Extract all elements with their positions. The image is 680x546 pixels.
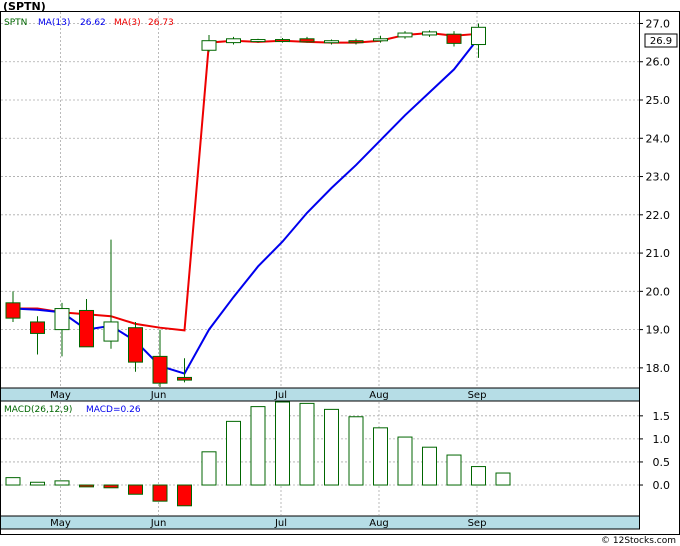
date-label-macd: Jun (150, 518, 167, 529)
candle-body-up (103, 321, 119, 342)
price-tick-label: 27.0 (646, 17, 671, 30)
candle-body-down (275, 39, 290, 43)
date-label-macd: Jul (274, 518, 287, 529)
date-label-price: May (50, 390, 71, 401)
date-label-price: Jul (274, 390, 287, 401)
legend-ma-slow-label: MA(3) (114, 18, 141, 28)
chart-svg: 18.0 19.0 20.0 21.0 22.0 23.0 24.0 25.0 26.0 27.0… (0, 0, 680, 546)
macd-bar (103, 484, 119, 489)
chart-title: (SPTN) (3, 0, 46, 13)
price-tick-label: 26.0 (646, 56, 671, 69)
date-label-macd: Sep (468, 518, 487, 529)
macd-tick-label: 0.0 (653, 479, 671, 492)
candle-body-up (471, 26, 486, 46)
macd-bar (471, 466, 486, 486)
candle-body-up (397, 32, 413, 38)
macd-date-strip (0, 515, 640, 530)
macd-bar (201, 451, 217, 486)
macd-bar (324, 408, 339, 486)
legend-macd-value: MACD=0.26 (86, 405, 141, 415)
macd-bar (446, 454, 462, 486)
candle-body-up (324, 40, 339, 44)
candle-body-up (54, 308, 70, 331)
price-tick-label: 19.0 (646, 324, 671, 337)
macd-bar (54, 480, 70, 486)
macd-bar (348, 416, 364, 486)
macd-bar (128, 484, 143, 495)
candle-body-up (373, 38, 388, 42)
macd-tick-label: 0.5 (653, 456, 671, 469)
date-label-macd: May (50, 518, 71, 529)
last-price-tag: 26.9 (644, 33, 678, 48)
macd-tick-label: 1.0 (653, 433, 671, 446)
stock-chart-panel: 18.0 19.0 20.0 21.0 22.0 23.0 24.0 25.0 26.0 27.0… (0, 0, 680, 546)
price-date-strip (0, 387, 640, 402)
candle-body-down (128, 327, 143, 363)
candle-body-down (30, 321, 45, 334)
candle-body-up (422, 31, 437, 36)
candle-body-down (152, 355, 168, 384)
macd-bar (177, 484, 192, 507)
candle-body-up (226, 38, 241, 44)
legend-ma-fast-value: 26.62 (80, 18, 106, 28)
candle-body-down (348, 40, 364, 44)
candle-body-down (177, 376, 192, 381)
candle (250, 38, 266, 43)
candle-body-down (5, 302, 21, 319)
legend-ma-slow-value: 26.73 (148, 18, 174, 28)
macd-bar (299, 402, 315, 486)
date-label-macd: Aug (369, 518, 389, 529)
candle-body-down (79, 309, 94, 348)
watermark: © 12Stocks.com (601, 536, 676, 546)
candle-body-down (299, 38, 315, 43)
candle-body-up (250, 39, 266, 43)
macd-bar (5, 477, 21, 486)
price-tick-label: 20.0 (646, 285, 671, 298)
macd-bar (275, 401, 290, 486)
macd-bar (79, 484, 94, 488)
candle-body-up (201, 40, 217, 51)
date-label-price: Jun (150, 390, 167, 401)
macd-tick-label: 1.5 (653, 410, 671, 423)
legend-symbol: SPTN (4, 18, 27, 28)
macd-bar (495, 472, 511, 486)
macd-bar (250, 406, 266, 486)
date-label-price: Sep (468, 390, 487, 401)
price-tick-label: 25.0 (646, 94, 671, 107)
macd-bar (422, 446, 437, 486)
macd-bar (373, 427, 388, 486)
candle-body-down (446, 33, 462, 44)
macd-bar (397, 436, 413, 486)
macd-bar (226, 420, 241, 486)
price-tick-label: 21.0 (646, 247, 671, 260)
date-label-price: Aug (369, 390, 389, 401)
legend-macd-params: MACD(26,12,9) (4, 405, 72, 415)
last-price-label: 26.9 (650, 36, 672, 47)
price-tick-label: 18.0 (646, 362, 671, 375)
macd-bar (30, 481, 45, 486)
price-tick-label: 22.0 (646, 209, 671, 222)
macd-bar (152, 484, 168, 502)
price-tick-label: 24.0 (646, 132, 671, 145)
price-tick-label: 23.0 (646, 171, 671, 184)
legend-ma-fast-label: MA(13) (38, 18, 70, 28)
macd-plot-area (0, 400, 640, 517)
